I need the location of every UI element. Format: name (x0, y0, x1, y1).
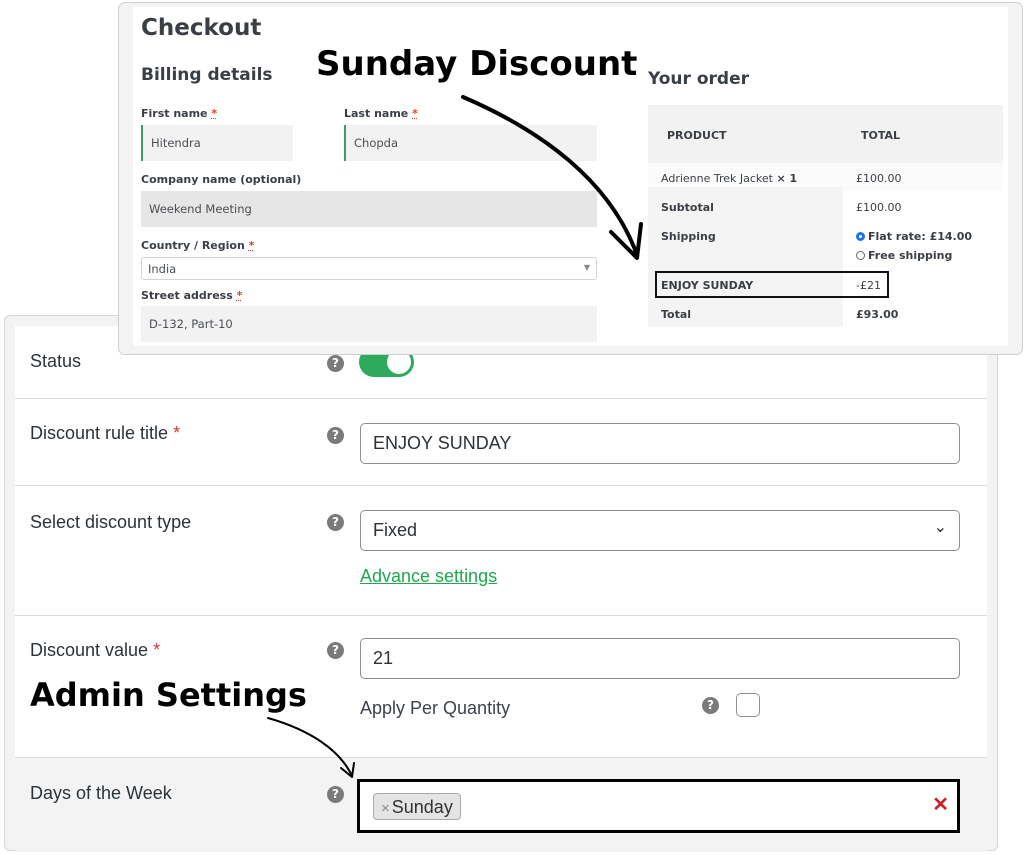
discount-title-label-text: Discount rule title (30, 423, 169, 443)
discount-value-label: Discount value * (30, 640, 160, 661)
required-mark: * (173, 423, 181, 443)
product-quantity: × 1 (776, 172, 798, 185)
first-name-input[interactable]: Hitendra (141, 125, 293, 161)
chevron-down-icon: ⌄ (933, 519, 947, 536)
required-mark: * (153, 640, 161, 660)
radio-unselected-icon[interactable] (856, 251, 865, 260)
required-mark: * (236, 289, 243, 302)
country-label: Country / Region * (141, 239, 254, 252)
shipping-option-free[interactable]: Free shipping (856, 249, 952, 262)
subtotal-value: £100.00 (856, 201, 902, 214)
help-icon[interactable]: ? (327, 355, 344, 372)
street-address-label-text: Street address (141, 289, 233, 302)
admin-settings-panel: Status ? Discount rule title * ? ENJOY S… (4, 315, 998, 852)
required-mark: * (211, 107, 218, 120)
product-name: Adrienne Trek Jacket × 1 (661, 172, 797, 185)
shipping-option-label: Free shipping (868, 249, 953, 262)
status-label: Status (30, 351, 82, 371)
discount-highlight-box (655, 271, 889, 298)
days-of-week-row: Days of the Week ? × Sunday ✕ (15, 758, 987, 852)
first-name-label-text: First name (141, 107, 208, 120)
total-value: £93.00 (856, 308, 899, 321)
last-name-input[interactable]: Chopda (344, 125, 597, 161)
apply-per-quantity-checkbox[interactable] (736, 693, 760, 717)
column-header-total: TOTAL (861, 129, 901, 142)
remove-chip-icon[interactable]: × (381, 800, 390, 817)
discount-value-label-text: Discount value (30, 640, 149, 660)
shipping-label: Shipping (661, 230, 716, 243)
product-total: £100.00 (856, 172, 902, 185)
last-name-label: Last name * (344, 107, 418, 120)
column-header-product: PRODUCT (667, 129, 727, 142)
discount-type-value: Fixed (373, 520, 418, 540)
discount-title-input[interactable]: ENJOY SUNDAY (360, 423, 960, 464)
help-icon[interactable]: ? (702, 697, 719, 714)
annotation-admin-settings: Admin Settings (30, 676, 307, 714)
days-of-week-label: Days of the Week (30, 783, 172, 803)
street-address-input[interactable]: D-132, Part-10 (141, 306, 597, 342)
country-value: India (148, 262, 177, 276)
your-order-heading: Your order (648, 69, 749, 89)
discount-type-select[interactable]: Fixed ⌄ (360, 510, 960, 551)
discount-title-label: Discount rule title * (30, 423, 180, 444)
checkout-title: Checkout (141, 15, 262, 41)
total-label: Total (661, 308, 692, 321)
shipping-option-flat-rate[interactable]: Flat rate: £14.00 (856, 230, 972, 243)
annotation-sunday-discount: Sunday Discount (316, 44, 638, 84)
billing-details-heading: Billing details (141, 65, 273, 85)
help-icon[interactable]: ? (327, 786, 344, 803)
clear-selection-icon[interactable]: ✕ (932, 792, 949, 817)
discount-title-row: Discount rule title * ? ENJOY SUNDAY (15, 399, 987, 486)
help-icon[interactable]: ? (327, 642, 344, 659)
discount-type-label: Select discount type (30, 512, 192, 532)
company-name-input[interactable]: Weekend Meeting (141, 191, 597, 227)
subtotal-label: Subtotal (661, 201, 714, 214)
street-address-label: Street address * (141, 289, 242, 302)
country-label-text: Country / Region (141, 239, 245, 252)
country-select[interactable]: India ▼ (141, 257, 597, 280)
product-name-text: Adrienne Trek Jacket (661, 172, 773, 185)
required-mark: * (248, 239, 255, 252)
required-mark: * (412, 107, 418, 120)
discount-type-row: Select discount type ? Fixed ⌄ Advance s… (15, 486, 987, 616)
day-chip: × Sunday (373, 793, 461, 820)
radio-selected-icon[interactable] (856, 232, 865, 241)
advance-settings-link[interactable]: Advance settings (360, 566, 497, 587)
first-name-label: First name * (141, 107, 217, 120)
apply-per-quantity-label: Apply Per Quantity (360, 698, 511, 718)
help-icon[interactable]: ? (327, 514, 344, 531)
days-of-week-multiselect[interactable]: × Sunday ✕ (357, 779, 960, 833)
shipping-option-label: Flat rate: £14.00 (868, 230, 973, 243)
company-name-label: Company name (optional) (141, 173, 302, 186)
help-icon[interactable]: ? (327, 427, 344, 444)
last-name-label-text: Last name (344, 107, 409, 120)
discount-value-input[interactable]: 21 (360, 638, 960, 679)
dropdown-arrow-icon: ▼ (583, 263, 590, 272)
day-chip-label: Sunday (391, 797, 453, 817)
